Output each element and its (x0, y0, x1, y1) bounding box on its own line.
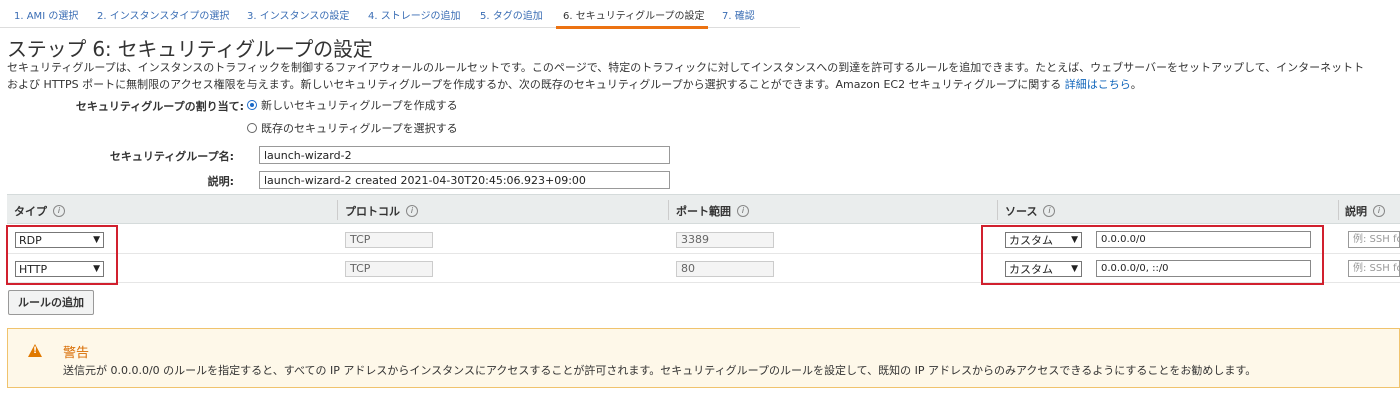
info-icon[interactable]: i (53, 205, 65, 217)
wizard-steps: 1. AMI の選択 2. インスタンスタイプの選択 3. インスタンスの設定 … (0, 0, 800, 29)
col-port-label: ポート範囲 (676, 205, 731, 218)
rule-description-input[interactable]: 例: SSH fo (1348, 260, 1400, 277)
description-text: および HTTPS ポートに無制限のアクセス権限を与えます。新しいセキュリティグ… (7, 78, 1065, 91)
step-instance-type[interactable]: 2. インスタンスタイプの選択 (97, 7, 229, 22)
column-divider (668, 200, 669, 220)
radio-new-group[interactable]: 新しいセキュリティグループを作成する (247, 97, 458, 113)
step-storage[interactable]: 4. ストレージの追加 (368, 7, 461, 22)
info-icon[interactable]: i (1373, 205, 1385, 217)
warning-alert: ! 警告 送信元が 0.0.0.0/0 のルールを指定すると、すべての IP ア… (7, 328, 1400, 388)
active-step-indicator (556, 26, 708, 29)
radio-existing-group-label: 既存のセキュリティグループを選択する (261, 122, 458, 135)
port-field: 80 (676, 261, 774, 277)
page-title: ステップ 6: セキュリティグループの設定 (7, 37, 373, 61)
warning-title: 警告 (63, 346, 90, 361)
type-highlight-box (6, 225, 118, 285)
info-icon[interactable]: i (737, 205, 749, 217)
col-source: ソース i (1005, 203, 1056, 219)
description-suffix: 。 (1130, 78, 1142, 91)
description-line-1: セキュリティグループは、インスタンスのトラフィックを制御するファイアウォールのル… (7, 61, 1365, 74)
group-name-input[interactable] (259, 146, 670, 164)
assign-label: セキュリティグループの割り当て: (75, 100, 244, 113)
radio-new-group-label: 新しいセキュリティグループを作成する (261, 99, 458, 112)
column-divider (337, 200, 338, 220)
description-line-2: および HTTPS ポートに無制限のアクセス権限を与えます。新しいセキュリティグ… (7, 76, 1142, 92)
add-rule-button[interactable]: ルールの追加 (8, 290, 94, 315)
source-highlight-box (981, 225, 1324, 285)
group-name-label: セキュリティグループ名: (109, 150, 234, 163)
radio-selected-icon (247, 100, 257, 110)
rule-description-input[interactable]: 例: SSH fo (1348, 231, 1400, 248)
col-protocol: プロトコル i (345, 203, 418, 219)
learn-more-link[interactable]: 詳細はこちら (1065, 78, 1131, 91)
step-tags[interactable]: 5. タグの追加 (480, 7, 543, 22)
col-description: 説明 i (1345, 203, 1385, 219)
info-icon[interactable]: i (1043, 205, 1056, 217)
protocol-field: TCP (345, 261, 433, 277)
rules-table-header: タイプ i プロトコル i ポート範囲 i ソース i 説明 i (7, 194, 1400, 224)
radio-existing-group[interactable]: 既存のセキュリティグループを選択する (247, 120, 458, 136)
step-instance-config[interactable]: 3. インスタンスの設定 (247, 7, 349, 22)
col-description-label: 説明 (1345, 205, 1367, 218)
group-desc-input[interactable] (259, 171, 670, 189)
step-security-group[interactable]: 6. セキュリティグループの設定 (563, 7, 705, 22)
port-field: 3389 (676, 232, 774, 248)
col-protocol-label: プロトコル (345, 205, 400, 218)
col-type-label: タイプ (14, 205, 47, 218)
protocol-field: TCP (345, 232, 433, 248)
radio-unselected-icon (247, 123, 257, 133)
col-port: ポート範囲 i (676, 203, 749, 219)
col-source-label: ソース (1005, 205, 1038, 218)
step-review[interactable]: 7. 確認 (722, 7, 755, 22)
warning-icon: ! (28, 344, 42, 357)
column-divider (997, 200, 998, 220)
info-icon[interactable]: i (406, 205, 418, 217)
group-desc-label: 説明: (207, 175, 234, 188)
col-type: タイプ i (14, 203, 65, 219)
step-ami[interactable]: 1. AMI の選択 (14, 7, 78, 22)
warning-text: 送信元が 0.0.0.0/0 のルールを指定すると、すべての IP アドレスから… (63, 364, 1257, 377)
column-divider (1338, 200, 1339, 220)
